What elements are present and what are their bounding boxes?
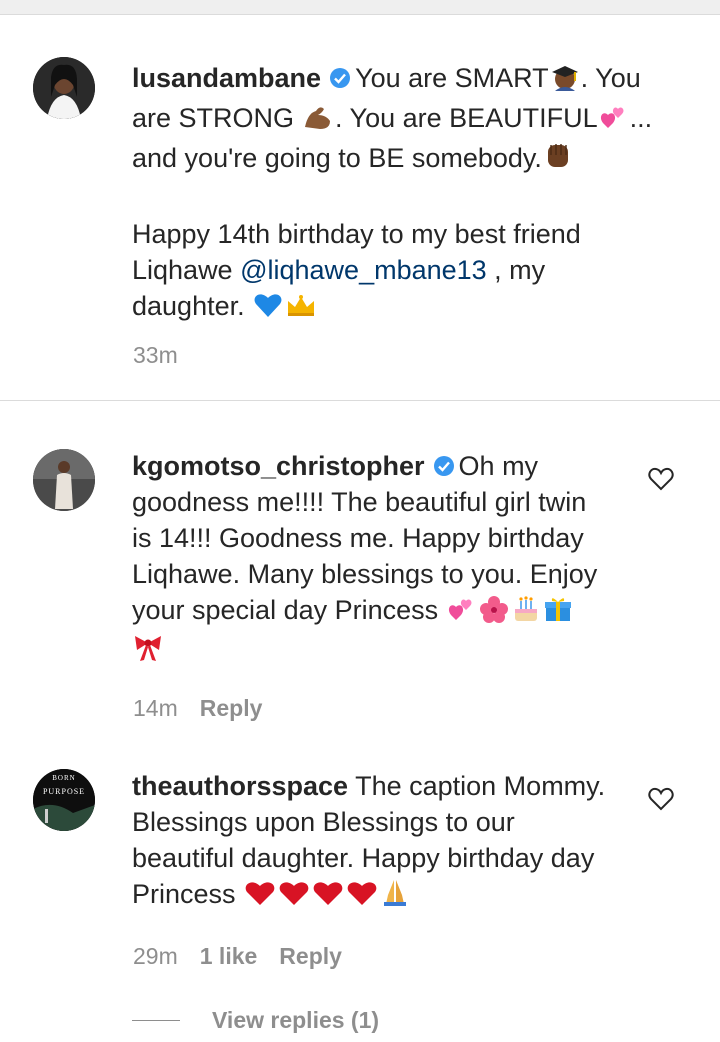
caption-username[interactable]: lusandambane: [132, 63, 321, 93]
hibiscus-icon: [479, 595, 509, 632]
caption-line-2a: are STRONG: [132, 103, 295, 133]
caption-line-5b: , my: [486, 255, 546, 285]
comment-meta: 14m Reply: [133, 694, 262, 722]
avatar-text-born: BORN: [52, 774, 76, 782]
like-comment-heart-icon[interactable]: [648, 467, 674, 491]
blue-heart-icon: [253, 291, 283, 328]
comment-line-2: Blessings upon Blessings to our: [132, 807, 515, 837]
two-hearts-icon: [599, 103, 629, 140]
two-hearts-icon: [447, 595, 477, 632]
ribbon-icon: [132, 633, 164, 672]
flexed-biceps-icon: [302, 103, 334, 140]
caption-timestamp: 33m: [133, 342, 178, 368]
like-comment-heart-icon[interactable]: [648, 787, 674, 811]
crown-icon: [285, 292, 317, 328]
caption-line-5a: Liqhawe: [132, 255, 241, 285]
avatar-text-purpose: PURPOSE: [42, 787, 86, 796]
avatar-kgomotso-christopher[interactable]: [33, 449, 95, 511]
wrapped-gift-icon: [543, 595, 573, 632]
comment-line-5: your special day Princess: [132, 595, 446, 625]
caption-line-6: daughter.: [132, 291, 253, 321]
avatar-lusandambane[interactable]: [33, 57, 95, 119]
caption-line-1b: . You: [580, 63, 641, 93]
comment-username[interactable]: theauthorsspace: [132, 771, 348, 801]
red-heart-icon: [244, 879, 276, 916]
raised-fist-icon: [543, 141, 573, 180]
mention-link[interactable]: @liqhawe_mbane13: [240, 255, 487, 285]
comment-line-3: is 14!!! Goodness me. Happy birthday: [132, 523, 584, 553]
graduate-emoji-icon: [550, 63, 580, 100]
verified-badge-icon: [329, 62, 351, 88]
comment-line-1: Oh my: [458, 451, 539, 481]
avatar-theauthorsspace[interactable]: BORN PURPOSE: [33, 769, 95, 831]
verified-badge-icon: [433, 450, 455, 476]
caption-line-4: Happy 14th birthday to my best friend: [132, 219, 581, 249]
red-heart-icon: [278, 879, 310, 916]
caption-line-2c: ...: [629, 103, 653, 133]
caption-line-2b: . You are BEAUTIFUL: [335, 103, 598, 133]
reply-button[interactable]: Reply: [279, 943, 342, 969]
caption-block: lusandambane You are SMART . You are STRON…: [0, 14, 720, 401]
birthday-cake-icon: [511, 595, 541, 632]
comment-meta: 29m 1 like Reply: [133, 942, 342, 970]
folded-hands-icon: [380, 877, 410, 916]
reply-button[interactable]: Reply: [200, 695, 263, 721]
comment-timestamp: 29m: [133, 943, 178, 969]
comment-line-2: goodness me!!!! The beautiful girl twin: [132, 487, 587, 517]
red-heart-icon: [312, 879, 344, 916]
view-replies-line: [132, 1020, 180, 1021]
comment-text: theauthorsspace The caption Mommy. Bless…: [132, 768, 632, 916]
comment-line-4: Liqhawe. Many blessings to you. Enjoy: [132, 559, 598, 589]
top-divider-bar: [0, 0, 720, 15]
view-replies-button[interactable]: View replies (1): [212, 1007, 379, 1034]
caption-line-3: and you're going to BE somebody.: [132, 143, 542, 173]
caption-line-1a: You are SMART: [355, 63, 549, 93]
comment-line-4: Princess: [132, 879, 244, 909]
comment-line-3: beautiful daughter. Happy birthday day: [132, 843, 595, 873]
comment-line-1: The caption Mommy.: [348, 771, 606, 801]
comment-username[interactable]: kgomotso_christopher: [132, 451, 425, 481]
caption-text: lusandambane You are SMART . You are STRON…: [132, 60, 692, 328]
red-heart-icon: [346, 879, 378, 916]
comment-text: kgomotso_christopher Oh my goodness me!!!…: [132, 448, 632, 672]
likes-count-button[interactable]: 1 like: [200, 943, 258, 969]
comment-timestamp: 14m: [133, 695, 178, 721]
